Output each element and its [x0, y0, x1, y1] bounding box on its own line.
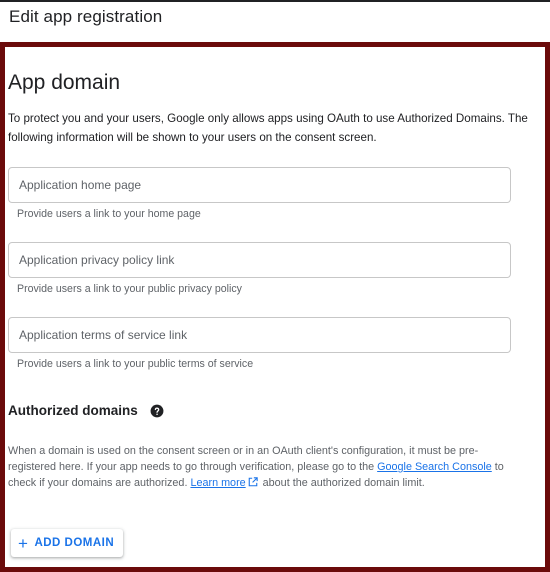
terms-of-service-field[interactable] — [8, 317, 511, 353]
app-domain-intro: To protect you and your users, Google on… — [8, 112, 528, 144]
home-page-field[interactable] — [8, 167, 511, 203]
privacy-policy-hint: Provide users a link to your public priv… — [17, 283, 242, 295]
learn-more-link[interactable]: Learn more — [190, 477, 245, 489]
home-page-input[interactable] — [9, 168, 510, 202]
highlight-frame: App domain To protect you and your users… — [0, 42, 550, 572]
home-page-hint: Provide users a link to your home page — [17, 208, 201, 220]
google-search-console-link[interactable]: Google Search Console — [377, 461, 492, 473]
privacy-policy-field[interactable] — [8, 242, 511, 278]
terms-of-service-input[interactable] — [9, 318, 510, 352]
add-domain-button[interactable]: + ADD DOMAIN — [11, 529, 124, 557]
add-domain-label: ADD DOMAIN — [34, 537, 115, 549]
external-link-icon[interactable] — [248, 477, 258, 487]
page-title: Edit app registration — [9, 7, 163, 26]
app-domain-title: App domain — [8, 71, 121, 94]
authorized-domains-heading: Authorized domains — [8, 403, 164, 418]
terms-of-service-hint: Provide users a link to your public term… — [17, 358, 254, 370]
authorized-domains-description: When a domain is used on the consent scr… — [8, 443, 518, 491]
authorized-domains-title: Authorized domains — [8, 403, 138, 418]
auth-desc-text-3: about the authorized domain limit. — [259, 477, 425, 489]
help-circle-icon[interactable] — [150, 404, 164, 418]
page-header: Edit app registration — [0, 2, 550, 40]
plus-icon: + — [18, 533, 29, 553]
privacy-policy-input[interactable] — [9, 243, 510, 277]
